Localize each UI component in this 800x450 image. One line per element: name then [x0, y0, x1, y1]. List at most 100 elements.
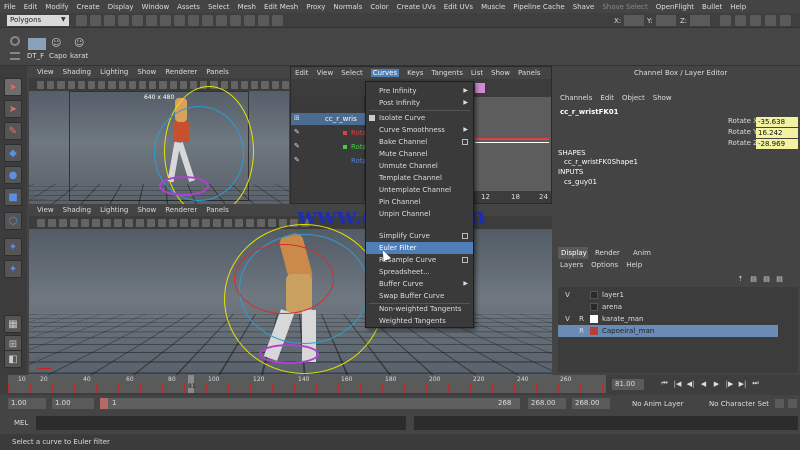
menu-item-weighted-tangents[interactable]: Weighted Tangents — [366, 315, 473, 327]
viewport-menu-panels[interactable]: Panels — [206, 68, 229, 76]
menu-item-mute-channel[interactable]: Mute Channel — [366, 148, 473, 160]
menu-edit[interactable]: Edit — [20, 3, 42, 11]
step-forward-frame-icon[interactable]: |▶ — [725, 379, 734, 388]
menu-color[interactable]: Color — [366, 3, 392, 11]
menu-item-simplify-curve[interactable]: Simplify Curve — [366, 230, 473, 242]
menu-edit-mesh[interactable]: Edit Mesh — [260, 3, 302, 11]
option-box-icon[interactable] — [462, 139, 468, 145]
menu-item-pin-channel[interactable]: Pin Channel — [366, 196, 473, 208]
cb-menu-channels[interactable]: Channels — [560, 94, 592, 102]
layer-row[interactable]: R Capoeiral_man — [558, 325, 778, 337]
menu-assets[interactable]: Assets — [173, 3, 204, 11]
menu-shave-select[interactable]: Shave Select — [598, 3, 651, 11]
current-frame-field[interactable]: 81.00 — [612, 379, 644, 390]
attr-rotate-x-field[interactable]: -35.638 — [756, 117, 798, 127]
menu-shave[interactable]: Shave — [569, 3, 599, 11]
layer-reference[interactable] — [576, 289, 587, 301]
menu-modify[interactable]: Modify — [41, 3, 72, 11]
viewport-menu-view[interactable]: View — [37, 206, 54, 214]
ge-menu-list[interactable]: List — [471, 69, 483, 77]
menu-item-unmute-channel[interactable]: Unmute Channel — [366, 160, 473, 172]
cb-menu-object[interactable]: Object — [622, 94, 645, 102]
new-layer-selected-icon[interactable]: ▤ — [762, 274, 771, 283]
outliner-icon[interactable] — [765, 15, 776, 26]
history-icon[interactable] — [230, 15, 241, 26]
input-node[interactable]: cs_guy01 — [564, 178, 597, 186]
layer-row[interactable]: V R karate_man — [558, 313, 786, 325]
layer-visibility[interactable] — [562, 325, 573, 337]
snap-grid-icon[interactable] — [174, 15, 185, 26]
time-ruler[interactable]: 10 20 40 60 80 100 120 140 160 180 200 2… — [8, 375, 606, 393]
pin-icon[interactable]: ✎ — [294, 142, 300, 150]
layer-tab-render[interactable]: Render — [592, 247, 622, 259]
single-perspective-icon[interactable]: ▦ — [4, 315, 22, 333]
ge-menu-panels[interactable]: Panels — [518, 69, 541, 77]
last-tool-icon[interactable]: ✦ — [4, 238, 22, 256]
lasso-tool-icon[interactable]: ➤ — [4, 100, 22, 118]
ge-menu-view[interactable]: View — [317, 69, 334, 77]
select-hierarchy-icon[interactable] — [118, 15, 129, 26]
menu-mesh[interactable]: Mesh — [234, 3, 260, 11]
viewport-menu-panels[interactable]: Panels — [206, 206, 229, 214]
time-slider[interactable]: 10 20 40 60 80 100 120 140 160 180 200 2… — [0, 375, 800, 395]
viewport-menu-show[interactable]: Show — [137, 206, 156, 214]
command-language-label[interactable]: MEL — [14, 419, 28, 427]
menu-item-unpin-channel[interactable]: Unpin Channel — [366, 208, 473, 220]
viewport-menu-lighting[interactable]: Lighting — [100, 206, 128, 214]
pin-icon[interactable]: ✎ — [294, 156, 300, 164]
playback-start-field[interactable]: 1.00 — [52, 398, 94, 409]
viewport-menu-renderer[interactable]: Renderer — [165, 68, 197, 76]
attribute-editor-icon[interactable] — [720, 15, 731, 26]
layer-visibility[interactable] — [562, 301, 573, 313]
menu-file[interactable]: File — [0, 3, 20, 11]
layer-reference[interactable]: R — [576, 313, 587, 325]
layer-color[interactable] — [590, 315, 598, 323]
viewport-menu-show[interactable]: Show — [137, 68, 156, 76]
x-field[interactable] — [624, 15, 644, 26]
menu-muscle[interactable]: Muscle — [477, 3, 509, 11]
layer-name[interactable]: layer1 — [602, 289, 624, 301]
menu-window[interactable]: Window — [138, 3, 174, 11]
ge-menu-show[interactable]: Show — [491, 69, 510, 77]
layer-name[interactable]: Capoeiral_man — [602, 325, 654, 337]
select-tool-icon[interactable]: ➤ — [4, 78, 22, 96]
paint-select-icon[interactable]: ✎ — [4, 122, 22, 140]
manipulator-icon[interactable]: ⬡ — [4, 212, 22, 230]
modeling-toolkit-icon[interactable] — [780, 15, 791, 26]
character-set-selector[interactable]: No Character Set — [709, 400, 769, 408]
menu-item-swap-buffer-curve[interactable]: Swap Buffer Curve — [366, 290, 473, 302]
top-viewport[interactable]: View Shading Lighting Show Renderer Pane… — [29, 66, 289, 204]
channel-box-icon[interactable] — [750, 15, 761, 26]
viewport-menu-lighting[interactable]: Lighting — [100, 68, 128, 76]
menu-item-curve-smoothness[interactable]: Curve Smoothness ▶ — [366, 124, 473, 136]
tool-settings-icon[interactable] — [735, 15, 746, 26]
option-box-icon[interactable] — [462, 257, 468, 263]
ge-menu-edit[interactable]: Edit — [295, 69, 309, 77]
layer-name[interactable]: karate_man — [602, 313, 643, 325]
layer-color[interactable] — [590, 291, 598, 299]
mode-selector[interactable]: Polygons — [7, 15, 69, 26]
layer-reference[interactable] — [576, 301, 587, 313]
render-icon[interactable] — [244, 15, 255, 26]
layer-menu-layers[interactable]: Layers — [560, 261, 583, 269]
menu-create[interactable]: Create — [72, 3, 103, 11]
menu-proxy[interactable]: Proxy — [302, 3, 329, 11]
go-to-start-icon[interactable]: ⏮ — [660, 379, 669, 388]
menu-bullet[interactable]: Bullet — [698, 3, 726, 11]
menu-normals[interactable]: Normals — [329, 3, 366, 11]
layer-color[interactable] — [590, 327, 598, 335]
rotate-tool-icon[interactable]: ● — [4, 166, 22, 184]
range-start-handle[interactable] — [100, 398, 108, 409]
shelf-tab-dtf[interactable]: DT_F — [27, 52, 44, 60]
menu-edit-uvs[interactable]: Edit UVs — [440, 3, 477, 11]
shelf-tab-karat[interactable]: karat — [70, 52, 88, 60]
shelf-button-capo[interactable]: ☺ — [51, 38, 65, 50]
menu-select[interactable]: Select — [204, 3, 234, 11]
ge-menu-select[interactable]: Select — [341, 69, 363, 77]
shelf-button-dtf[interactable] — [28, 38, 46, 50]
attr-rotate-z-field[interactable]: -28.969 — [756, 139, 798, 149]
menu-item-bake-channel[interactable]: Bake Channel — [366, 136, 473, 148]
pin-icon[interactable]: ✎ — [294, 128, 300, 136]
menu-display[interactable]: Display — [104, 3, 138, 11]
ge-menu-tangents[interactable]: Tangents — [431, 69, 462, 77]
